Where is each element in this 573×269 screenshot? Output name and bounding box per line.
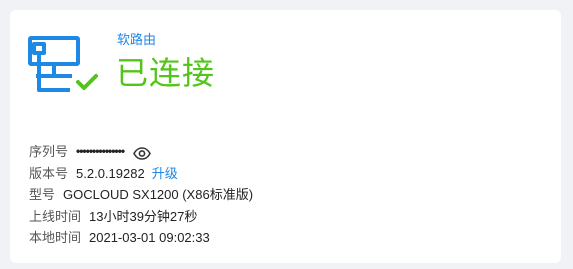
serial-label: 序列号 [29,144,69,159]
device-info-list: 序列号 ••••••••••••••• 版本号 5.2.0.19282 升级 型… [29,141,253,249]
router-connected-icon [26,32,102,96]
version-row: 版本号 5.2.0.19282 升级 [29,163,253,185]
local-time-label: 本地时间 [29,230,82,245]
upgrade-link[interactable]: 升级 [152,163,178,185]
device-status-card: 软路由 已连接 序列号 ••••••••••••••• 版本号 5.2.0.19… [10,10,561,263]
uptime-label: 上线时间 [29,208,82,224]
version-label: 版本号 [29,165,69,181]
eye-icon[interactable] [133,145,151,161]
model-value: GOCLOUD SX1200 (X86标准版) [63,187,254,202]
serial-value: ••••••••••••••• [76,144,125,158]
serial-row: 序列号 ••••••••••••••• [29,141,253,163]
connection-status: 已连接 [116,55,216,91]
uptime-row: 上线时间 13小时39分钟27秒 [29,206,253,228]
local-time-row: 本地时间 2021-03-01 09:02:33 [29,227,253,249]
uptime-value: 13小时39分钟27秒 [89,208,198,224]
model-row: 型号 GOCLOUD SX1200 (X86标准版) [29,184,253,206]
local-time-value: 2021-03-01 09:02:33 [89,230,210,245]
device-type-label: 软路由 [117,32,157,47]
version-value: 5.2.0.19282 [76,165,145,181]
model-label: 型号 [29,187,56,202]
